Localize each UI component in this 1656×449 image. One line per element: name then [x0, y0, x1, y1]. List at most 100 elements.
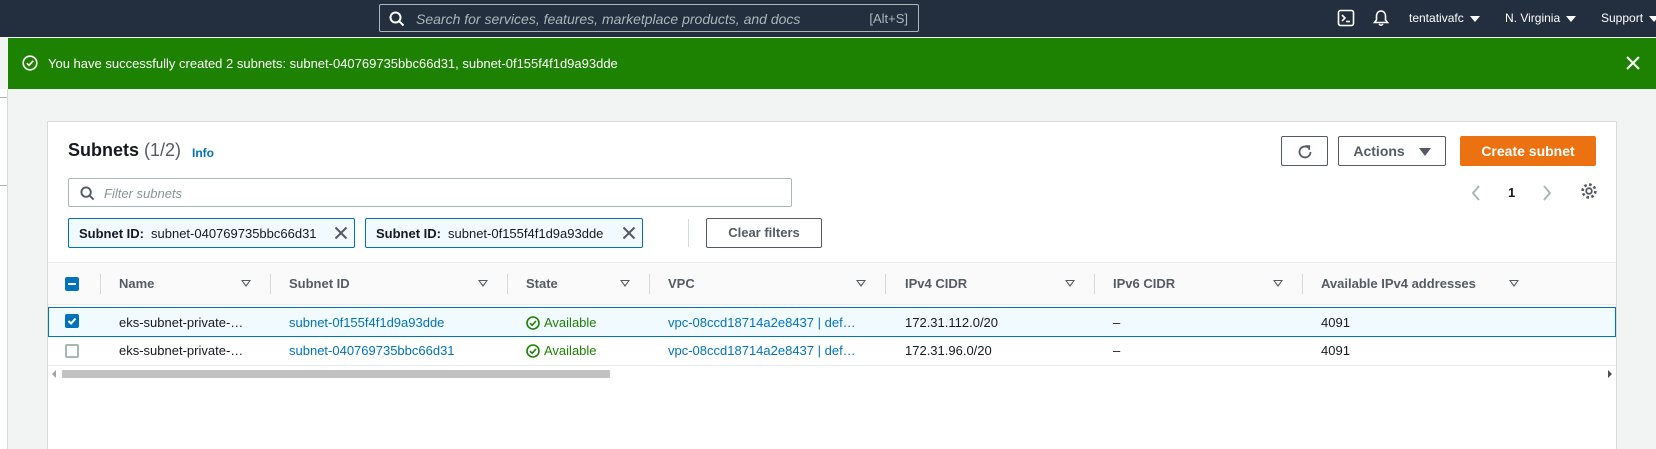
status-available-icon: [526, 344, 540, 358]
selection-count: (1/2): [144, 140, 182, 160]
filter-token: Subnet ID: subnet-0f155f4f1d9a93dde: [365, 218, 643, 248]
success-check-icon: [22, 55, 38, 71]
cell-ipv6-cidr: –: [1113, 343, 1121, 358]
caret-down-icon: [1418, 148, 1431, 157]
column-divider: [270, 274, 271, 294]
cell-vpc-link[interactable]: vpc-08ccd18714a2e8437 | def…: [668, 315, 856, 330]
side-navigation-collapsed[interactable]: [0, 89, 8, 449]
cell-subnet-id-link[interactable]: subnet-0f155f4f1d9a93dde: [289, 315, 444, 330]
cell-available-ipv4: 4091: [1321, 315, 1350, 330]
region-menu[interactable]: N. Virginia: [1505, 11, 1577, 25]
indeterminate-mark: [68, 283, 76, 285]
column-header-available-ipv4[interactable]: Available IPv4 addresses: [1321, 276, 1476, 291]
cell-ipv4-cidr: 172.31.96.0/20: [905, 343, 992, 358]
row-checkbox[interactable]: [65, 344, 79, 358]
cell-state: Available: [526, 315, 597, 330]
actions-button[interactable]: Actions: [1338, 136, 1446, 166]
search-icon: [389, 11, 405, 27]
previous-page-icon[interactable]: [1470, 184, 1482, 202]
column-header-name[interactable]: Name: [119, 276, 154, 291]
top-navigation-bar: Search for services, features, marketpla…: [0, 0, 1656, 37]
search-placeholder: Search for services, features, marketpla…: [416, 11, 801, 27]
table-row[interactable]: eks-subnet-private-… subnet-0f155f4f1d9a…: [48, 307, 1616, 337]
divider: [0, 97, 7, 98]
global-search-input[interactable]: Search for services, features, marketpla…: [379, 4, 919, 32]
table-header: Name Subnet ID State VPC IPv4 CIDR IPv6 …: [48, 262, 1616, 305]
refresh-button[interactable]: [1281, 136, 1328, 166]
cell-available-ipv4: 4091: [1321, 343, 1350, 358]
flash-message: You have successfully created 2 subnets:…: [48, 56, 618, 71]
column-header-state[interactable]: State: [526, 276, 558, 291]
panel-title-text: Subnets: [68, 140, 140, 160]
region-name: N. Virginia: [1505, 11, 1561, 25]
column-header-ipv6-cidr[interactable]: IPv6 CIDR: [1113, 276, 1175, 291]
state-label: Available: [544, 315, 597, 330]
sort-icon[interactable]: [1065, 280, 1075, 287]
next-page-icon[interactable]: [1541, 184, 1553, 202]
sort-icon[interactable]: [620, 280, 630, 287]
remove-token-icon[interactable]: [622, 226, 636, 240]
table-row[interactable]: eks-subnet-private-… subnet-040769735bbc…: [48, 337, 1616, 366]
filter-placeholder: Filter subnets: [104, 186, 183, 201]
search-icon: [80, 186, 95, 201]
select-all-checkbox[interactable]: [65, 277, 79, 291]
column-divider: [885, 274, 886, 294]
checkmark-icon: [67, 317, 77, 325]
cell-ipv4-cidr: 172.31.112.0/20: [905, 315, 999, 330]
column-divider: [1302, 274, 1303, 294]
divider: [0, 185, 7, 186]
remove-token-icon[interactable]: [334, 226, 348, 240]
notifications-bell-icon[interactable]: [1372, 9, 1390, 27]
column-divider: [649, 274, 650, 294]
column-divider: [100, 274, 101, 294]
search-shortcut-hint: [Alt+S]: [869, 11, 908, 26]
cell-subnet-id-link[interactable]: subnet-040769735bbc66d31: [289, 343, 455, 358]
status-available-icon: [526, 316, 540, 330]
divider: [688, 219, 689, 247]
clear-filters-button[interactable]: Clear filters: [706, 218, 822, 248]
column-header-subnet-id[interactable]: Subnet ID: [289, 276, 350, 291]
subnets-panel: Subnets (1/2) Info Actions Create subnet…: [47, 121, 1617, 449]
horizontal-scrollbar[interactable]: [48, 367, 1616, 381]
account-name: tentativafc: [1409, 11, 1464, 25]
success-flash-banner: You have successfully created 2 subnets:…: [8, 38, 1656, 89]
token-value: subnet-040769735bbc66d31: [151, 226, 317, 241]
column-header-vpc[interactable]: VPC: [668, 276, 695, 291]
sort-icon[interactable]: [1509, 280, 1519, 287]
account-menu[interactable]: tentativafc: [1409, 11, 1480, 25]
create-subnet-button[interactable]: Create subnet: [1460, 136, 1596, 166]
chevron-down-icon: [1566, 15, 1577, 22]
token-key: Subnet ID:: [376, 226, 441, 241]
cell-ipv6-cidr: –: [1113, 315, 1121, 330]
filter-token: Subnet ID: subnet-040769735bbc66d31: [68, 218, 355, 248]
chevron-down-icon: [1469, 15, 1480, 22]
page-title: Subnets (1/2): [68, 140, 181, 161]
column-header-ipv4-cidr[interactable]: IPv4 CIDR: [905, 276, 967, 291]
info-link[interactable]: Info: [192, 146, 214, 160]
close-icon[interactable]: [1626, 56, 1640, 70]
scroll-right-icon[interactable]: [1608, 370, 1612, 378]
support-label: Support: [1601, 11, 1644, 25]
scroll-left-icon[interactable]: [52, 370, 56, 378]
refresh-icon: [1298, 145, 1311, 159]
scrollbar-thumb[interactable]: [62, 370, 610, 378]
state-label: Available: [544, 343, 597, 358]
cell-name: eks-subnet-private-…: [119, 315, 244, 330]
row-checkbox[interactable]: [65, 314, 79, 328]
cloudshell-icon[interactable]: [1337, 9, 1355, 27]
sort-icon[interactable]: [478, 280, 488, 287]
sort-icon[interactable]: [856, 280, 866, 287]
filter-subnets-input[interactable]: Filter subnets: [68, 178, 792, 207]
cell-state: Available: [526, 343, 597, 358]
sort-icon[interactable]: [241, 280, 251, 287]
sort-icon[interactable]: [1273, 280, 1283, 287]
cell-name: eks-subnet-private-…: [119, 343, 244, 358]
chevron-down-icon: [1649, 15, 1656, 22]
column-divider: [507, 274, 508, 294]
gear-icon[interactable]: [1580, 182, 1598, 200]
cell-vpc-link[interactable]: vpc-08ccd18714a2e8437 | def…: [668, 343, 856, 358]
token-key: Subnet ID:: [79, 226, 144, 241]
column-divider: [1094, 274, 1095, 294]
current-page-number[interactable]: 1: [1508, 185, 1515, 200]
support-menu[interactable]: Support: [1601, 11, 1656, 25]
